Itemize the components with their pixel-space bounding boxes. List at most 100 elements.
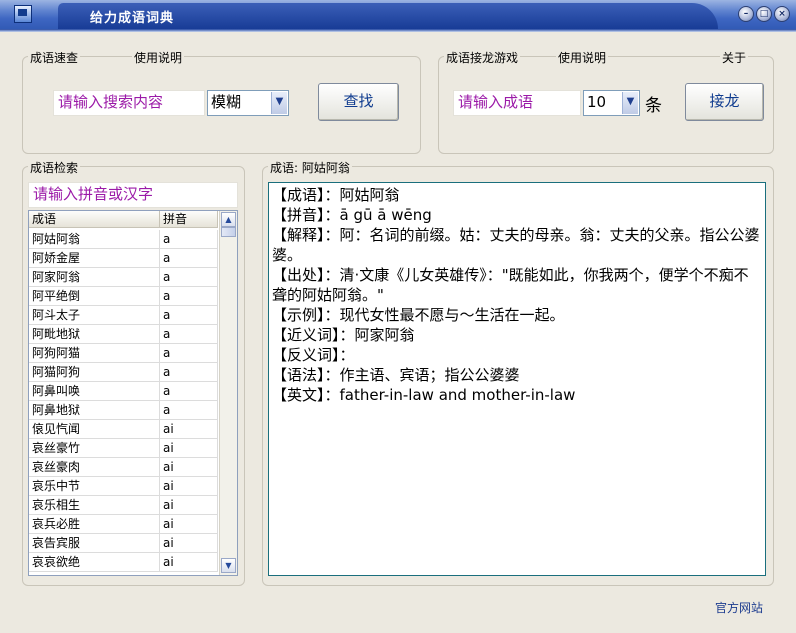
idiom-cell: 偯见忾闻 — [29, 420, 160, 439]
detail-line: 【近义词】：阿家阿翁 — [272, 326, 415, 344]
idiom-cell: 哀兵必胜 — [29, 515, 160, 534]
list-scrollbar[interactable]: ▲ ▼ — [219, 211, 237, 575]
retrieval-label: 成语检索 — [28, 159, 81, 176]
idiom-cell: 阿娇金屋 — [29, 249, 160, 268]
pinyin-cell: ai — [160, 534, 218, 553]
match-mode-select[interactable]: 模糊 ▼ — [207, 90, 289, 116]
table-row[interactable]: 阿猫阿狗 a — [29, 363, 218, 382]
column-header-idiom[interactable]: 成语 — [29, 211, 160, 228]
pinyin-cell: a — [160, 363, 218, 382]
title-bar-edge — [0, 29, 796, 32]
detail-line: 【解释】：阿：名词的前缀。姑：丈夫的母亲。翁：丈夫的父亲。指公公婆婆。 — [272, 226, 760, 264]
idiom-cell: 阿姑阿翁 — [29, 230, 160, 249]
search-button[interactable]: 查找 — [318, 83, 399, 121]
official-site-link[interactable]: 官方网站 — [715, 599, 763, 616]
idiom-cell: 哀丝豪肉 — [29, 458, 160, 477]
scroll-down-icon[interactable]: ▼ — [221, 558, 236, 573]
restore-icon[interactable]: □ — [756, 6, 772, 22]
idiom-cell: 阿鼻地狱 — [29, 401, 160, 420]
minimize-icon[interactable]: – — [738, 6, 754, 22]
chevron-down-icon[interactable]: ▼ — [622, 92, 638, 114]
pinyin-cell: ai — [160, 420, 218, 439]
detail-line: 【示例】：现代女性最不愿与～生活在一起。 — [272, 306, 565, 324]
pinyin-cell: ai — [160, 439, 218, 458]
scroll-thumb[interactable] — [221, 227, 236, 237]
idiom-cell: 哀丝豪竹 — [29, 439, 160, 458]
table-row[interactable]: 阿鼻地狱 a — [29, 401, 218, 420]
idiom-cell: 阿毗地狱 — [29, 325, 160, 344]
pinyin-cell: a — [160, 382, 218, 401]
pinyin-cell: ai — [160, 477, 218, 496]
pinyin-cell: ai — [160, 553, 218, 572]
match-mode-value: 模糊 — [211, 93, 242, 111]
idiom-cell: 阿狗阿猫 — [29, 344, 160, 363]
pinyin-cell: ai — [160, 496, 218, 515]
table-row[interactable]: 阿狗阿猫 a — [29, 344, 218, 363]
table-row[interactable]: 哀丝豪竹 ai — [29, 439, 218, 458]
column-header-pinyin[interactable]: 拼音 — [160, 211, 218, 228]
idiom-cell: 阿平绝倒 — [29, 287, 160, 306]
pinyin-cell: ai — [160, 458, 218, 477]
table-row[interactable]: 哀乐相生 ai — [29, 496, 218, 515]
table-row[interactable]: 哀告宾服 ai — [29, 534, 218, 553]
app-icon — [14, 5, 32, 23]
pinyin-cell: a — [160, 344, 218, 363]
idiom-detail-textbox[interactable]: 【成语】：阿姑阿翁【拼音】：ā gū ā wēng 【解释】：阿：名词的前缀。姑：… — [268, 182, 766, 576]
table-row[interactable]: 哀乐中节 ai — [29, 477, 218, 496]
filter-input[interactable]: 请输入拼音或汉字 — [28, 182, 238, 208]
pinyin-cell: a — [160, 230, 218, 249]
table-row[interactable]: 阿娇金屋 a — [29, 249, 218, 268]
table-row[interactable]: 阿鼻叫唤 a — [29, 382, 218, 401]
table-row[interactable]: 哀丝豪肉 ai — [29, 458, 218, 477]
about-link[interactable]: 关于 — [720, 49, 749, 66]
detail-label: 成语: 阿姑阿翁 — [268, 159, 352, 176]
table-row[interactable]: 哀兵必胜 ai — [29, 515, 218, 534]
pinyin-cell: ai — [160, 515, 218, 534]
idiom-cell: 阿鼻叫唤 — [29, 382, 160, 401]
table-row[interactable]: 阿姑阿翁 a — [29, 230, 218, 249]
idiom-list[interactable]: 成语 拼音 阿姑阿翁 a 阿娇金屋 a 阿家阿翁 a 阿平绝倒 a 阿斗太子 a 阿毗地狱 a 阿狗阿猫… — [28, 210, 238, 576]
detail-line: 【语法】：作主语、宾语；指公公婆婆 — [272, 366, 520, 384]
table-row[interactable]: 偯见忾闻 ai — [29, 420, 218, 439]
pinyin-cell: a — [160, 287, 218, 306]
table-row[interactable]: 阿平绝倒 a — [29, 287, 218, 306]
idiom-cell: 阿猫阿狗 — [29, 363, 160, 382]
detail-line: 【反义词】： — [272, 346, 355, 364]
idiom-cell: 阿家阿翁 — [29, 268, 160, 287]
table-row[interactable]: 阿斗太子 a — [29, 306, 218, 325]
idiom-cell: 哀告宾服 — [29, 534, 160, 553]
pinyin-cell: a — [160, 401, 218, 420]
detail-lines: 【成语】：阿姑阿翁【拼音】：ā gū ā wēng 【解释】：阿：名词的前缀。姑：… — [272, 185, 763, 405]
pinyin-cell: a — [160, 249, 218, 268]
scroll-up-icon[interactable]: ▲ — [221, 212, 236, 227]
count-value: 10 — [587, 93, 607, 111]
detail-line: 【成语】：阿姑阿翁 — [272, 186, 400, 204]
detail-line: 【拼音】：ā gū ā wēng — [272, 206, 432, 224]
table-row[interactable]: 阿毗地狱 a — [29, 325, 218, 344]
pinyin-cell: a — [160, 325, 218, 344]
app-window: 给力成语词典 – □ × 成语速查 使用说明 请输入搜索内容 模糊 ▼ 查找 成… — [0, 0, 796, 633]
title-bar[interactable]: 给力成语词典 – □ × — [0, 0, 796, 31]
detail-line: 【英文】：father-in-law and mother-in-law — [272, 386, 576, 404]
search-input[interactable]: 请输入搜索内容 — [53, 90, 205, 116]
quick-lookup-label: 成语速查 — [28, 49, 81, 66]
pinyin-cell: a — [160, 268, 218, 287]
game-help-link[interactable]: 使用说明 — [556, 49, 609, 66]
idiom-cell: 哀乐中节 — [29, 477, 160, 496]
quick-help-link[interactable]: 使用说明 — [132, 49, 185, 66]
idiom-cell: 阿斗太子 — [29, 306, 160, 325]
pinyin-cell: a — [160, 306, 218, 325]
close-icon[interactable]: × — [774, 6, 790, 22]
chain-button[interactable]: 接龙 — [685, 83, 764, 121]
idiom-cell: 哀乐相生 — [29, 496, 160, 515]
chevron-down-icon[interactable]: ▼ — [271, 92, 287, 114]
window-title: 给力成语词典 — [90, 11, 175, 26]
count-unit: 条 — [645, 91, 662, 116]
table-row[interactable]: 阿家阿翁 a — [29, 268, 218, 287]
count-select[interactable]: 10 ▼ — [583, 90, 640, 116]
idiom-cell: 哀哀欲绝 — [29, 553, 160, 572]
chain-game-label: 成语接龙游戏 — [444, 49, 521, 66]
detail-line: 【出处】：清·文康《儿女英雄传》："既能如此，你我两个，便学个不痴不聋的阿姑阿翁… — [272, 266, 749, 304]
idiom-input[interactable]: 请输入成语 — [453, 90, 581, 116]
table-row[interactable]: 哀哀欲绝 ai — [29, 553, 218, 572]
